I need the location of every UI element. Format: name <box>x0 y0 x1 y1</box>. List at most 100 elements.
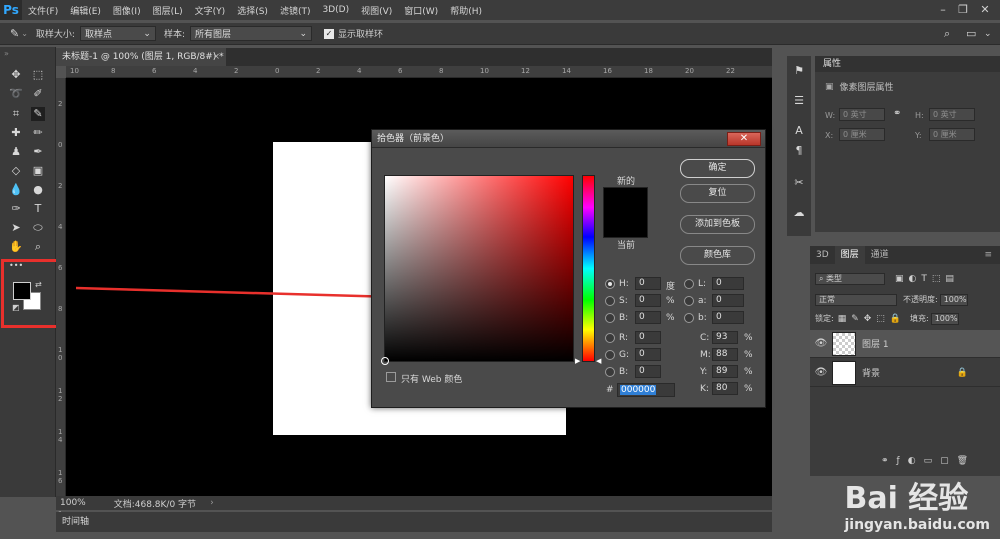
menu-help[interactable]: 帮助(H) <box>444 4 488 17</box>
blue-radio[interactable] <box>605 367 615 377</box>
magenta-field[interactable]: 88 <box>712 348 738 361</box>
eyedropper-tool-active-icon[interactable]: ✎ <box>31 107 45 121</box>
close-icon[interactable]: ✕ <box>727 132 761 146</box>
menu-3d[interactable]: 3D(D) <box>316 5 355 15</box>
link-icon[interactable]: ⚭ <box>893 108 901 119</box>
color-marker[interactable] <box>381 357 389 365</box>
lab-b-field[interactable]: 0 <box>712 311 744 324</box>
saturation-radio[interactable] <box>605 296 615 306</box>
tool-preset-chevron-icon[interactable]: ⌄ <box>21 29 28 38</box>
history-brush-icon[interactable]: ✒ <box>31 145 45 159</box>
menu-layer[interactable]: 图层(L) <box>147 4 189 17</box>
green-field[interactable]: 0 <box>635 348 661 361</box>
saturation-field[interactable]: 0 <box>635 294 661 307</box>
width-field[interactable]: 0 英寸 <box>839 108 885 121</box>
y-field[interactable]: 0 厘米 <box>929 128 975 141</box>
layer-row-background[interactable]: 👁 背景 🔒 <box>810 359 1000 387</box>
crop-tool-icon[interactable]: ⌗ <box>9 107 23 121</box>
black-field[interactable]: 80 <box>712 382 738 395</box>
filter-kind-select[interactable]: ⌕ 类型 <box>815 272 885 285</box>
height-field[interactable]: 0 英寸 <box>929 108 975 121</box>
hue-radio[interactable] <box>605 279 615 289</box>
add-to-swatches-button[interactable]: 添加到色板 <box>680 215 755 234</box>
sample-size-select[interactable]: 取样点 ⌄ <box>79 26 156 41</box>
lab-b-radio[interactable] <box>684 313 694 323</box>
reset-button[interactable]: 复位 <box>680 184 755 203</box>
menu-select[interactable]: 选择(S) <box>231 4 274 17</box>
filter-icons[interactable]: ▣◐T⬚▤ <box>895 274 959 284</box>
fill-field[interactable]: 100% <box>930 312 959 325</box>
close-window-icon[interactable]: ✕ <box>978 3 992 17</box>
minimize-icon[interactable]: – <box>936 3 950 17</box>
only-web-colors-checkbox[interactable] <box>386 372 396 382</box>
menu-file[interactable]: 文件(F) <box>22 4 64 17</box>
lab-a-field[interactable]: 0 <box>712 294 744 307</box>
menu-type[interactable]: 文字(Y) <box>189 4 232 17</box>
blur-tool-icon[interactable]: 💧 <box>9 183 23 197</box>
opacity-field[interactable]: 100% <box>939 293 968 306</box>
healing-tool-icon[interactable]: ✚ <box>9 126 23 140</box>
green-radio[interactable] <box>605 350 615 360</box>
workspace-icon[interactable]: ▭ <box>966 27 976 40</box>
red-field[interactable]: 0 <box>635 331 661 344</box>
lab-l-field[interactable]: 0 <box>712 277 744 290</box>
close-tab-icon[interactable]: × <box>212 48 220 66</box>
properties-panel-icon[interactable]: ☰ <box>792 94 806 108</box>
menu-edit[interactable]: 编辑(E) <box>64 4 107 17</box>
hue-slider-right-handle-icon[interactable]: ◀ <box>596 357 601 365</box>
character-panel-icon[interactable]: A <box>792 124 806 138</box>
cyan-field[interactable]: 93 <box>712 331 738 344</box>
menu-image[interactable]: 图像(I) <box>107 4 147 17</box>
stamp-tool-icon[interactable]: ♟ <box>9 145 23 159</box>
red-radio[interactable] <box>605 333 615 343</box>
menu-view[interactable]: 视图(V) <box>355 4 398 17</box>
brightness-field[interactable]: 0 <box>635 311 661 324</box>
workspace-chevron-icon[interactable]: ⌄ <box>984 29 992 39</box>
menu-filter[interactable]: 滤镜(T) <box>274 4 317 17</box>
default-colors-icon[interactable]: ◩ <box>12 303 20 312</box>
color-libraries-button[interactable]: 颜色库 <box>680 246 755 265</box>
sample-select[interactable]: 所有图层 ⌄ <box>190 26 313 41</box>
hex-input[interactable]: 000000 <box>617 383 675 397</box>
swap-colors-icon[interactable]: ⇄ <box>35 280 42 289</box>
saturation-brightness-field[interactable] <box>381 175 574 365</box>
blue-field[interactable]: 0 <box>635 365 661 378</box>
tools-panel-icon[interactable]: ✂ <box>792 176 806 190</box>
lab-a-radio[interactable] <box>684 296 694 306</box>
blend-mode-select[interactable]: 正常 <box>815 293 897 306</box>
tab-channels[interactable]: 通道 <box>865 246 895 264</box>
lock-icons[interactable]: ▦✎✥⬚🔒 <box>838 314 906 324</box>
brightness-radio[interactable] <box>605 313 615 323</box>
zoom-level[interactable]: 100% <box>60 498 86 508</box>
pen-tool-icon[interactable]: ✑ <box>9 202 23 216</box>
hand-tool-icon[interactable]: ✋ <box>9 240 23 254</box>
visibility-eye-icon[interactable]: 👁 <box>810 367 832 378</box>
dodge-tool-icon[interactable]: ● <box>31 183 45 197</box>
gradient-tool-icon[interactable]: ▣ <box>31 164 45 178</box>
search-icon[interactable]: ⌕ <box>944 27 950 41</box>
ok-button[interactable]: 确定 <box>680 159 755 178</box>
layer-action-icons[interactable]: ⚭ƒ◐▭▢🗑 <box>881 456 976 466</box>
collapse-icon[interactable]: » <box>4 49 9 58</box>
show-ring-checkbox[interactable]: ✓ <box>324 28 335 39</box>
tab-layers[interactable]: 图层 <box>834 246 865 264</box>
document-tab[interactable]: 未标题-1 @ 100% (图层 1, RGB/8#) * × <box>56 48 226 66</box>
brush-tool-icon[interactable]: ✏ <box>31 126 45 140</box>
type-tool-icon[interactable]: T <box>31 202 45 216</box>
shape-tool-icon[interactable]: ⬭ <box>31 221 45 235</box>
restore-icon[interactable]: ❐ <box>956 3 970 17</box>
hue-slider[interactable] <box>582 175 595 362</box>
layer-row-layer1[interactable]: 👁 图层 1 <box>810 330 1000 358</box>
lasso-tool-icon[interactable]: ➰ <box>9 87 23 101</box>
path-select-icon[interactable]: ➤ <box>9 221 23 235</box>
panel-menu-icon[interactable]: ≡ <box>984 250 992 260</box>
move-tool-icon[interactable]: ✥ <box>9 68 23 82</box>
history-panel-icon[interactable]: ⚑ <box>792 64 806 78</box>
yellow-field[interactable]: 89 <box>712 365 738 378</box>
hue-slider-left-handle-icon[interactable]: ▶ <box>575 357 580 365</box>
eyedropper-tool-icon[interactable]: ✎ <box>10 27 19 40</box>
quick-select-tool-icon[interactable]: ✐ <box>31 87 45 101</box>
paragraph-panel-icon[interactable]: ¶ <box>792 144 806 158</box>
hue-field[interactable]: 0 <box>635 277 661 290</box>
libraries-panel-icon[interactable]: ☁ <box>792 206 806 220</box>
